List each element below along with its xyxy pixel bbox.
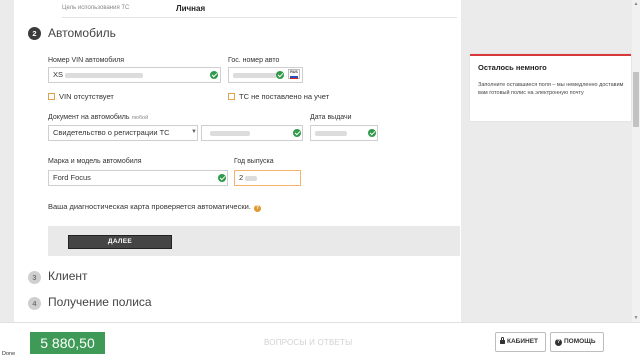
vin-missing-label: VIN отсутствует (59, 92, 114, 101)
step-3-title[interactable]: Клиент (48, 269, 88, 283)
plate-valid-check-icon (276, 71, 284, 79)
vin-missing-checkbox[interactable] (48, 93, 55, 100)
document-hint: любой (131, 115, 149, 121)
model-label: Марка и модель автомобиля (48, 158, 142, 165)
chevron-down-icon: ▼ (191, 129, 197, 135)
scroll-down-arrow-icon[interactable]: ▼ (632, 314, 640, 322)
next-panel: ДАЛЕЕ (48, 226, 460, 256)
not-registered-label: ТС не поставлено на учет (239, 92, 330, 101)
progress-reminder-card: Осталось немного Заполните оставшиеся по… (470, 54, 631, 121)
vin-value: XS (53, 70, 64, 79)
document-number-masked (210, 130, 250, 136)
step-2-title: Автомобиль (48, 26, 116, 40)
scroll-up-arrow-icon[interactable]: ▲ (632, 0, 640, 8)
question-icon: ? (555, 339, 562, 346)
bottom-bar: 5 880,50 ВОПРОСЫ И ОТВЕТЫ КАБИНЕТ ? ПОМОЩ… (0, 322, 640, 360)
vin-missing-checkbox-row[interactable]: VIN отсутствует (48, 92, 114, 101)
issue-date-valid-check-icon (368, 129, 376, 137)
plate-label: Гос. номер авто (228, 57, 280, 64)
help-icon[interactable]: ? (253, 205, 261, 212)
not-registered-checkbox[interactable] (228, 93, 235, 100)
not-registered-checkbox-row[interactable]: ТС не поставлено на учет (228, 92, 329, 101)
year-masked (245, 175, 258, 181)
document-label: Документ на автомобиль любой (48, 114, 148, 121)
plate-flag-text: RUS (290, 70, 298, 74)
model-input[interactable]: Ford Focus (48, 170, 228, 186)
document-label-text: Документ на автомобиль (48, 114, 130, 121)
vin-valid-check-icon (210, 71, 218, 79)
russia-flag-icon: RUS (288, 69, 300, 79)
vin-masked (65, 72, 144, 78)
usage-purpose-row: Цель использования ТС Личная (62, 2, 457, 18)
price-badge: 5 880,50 (30, 332, 105, 354)
year-value: 2 (239, 173, 244, 182)
document-type-value: Свидетельство о регистрации ТС (53, 128, 170, 137)
page-scrollbar[interactable]: ▲ ▼ (632, 0, 640, 322)
lock-icon (500, 336, 505, 344)
diagnostic-card-text: Ваша диагностическая карта проверяется а… (48, 202, 251, 211)
document-valid-check-icon (293, 129, 301, 137)
issue-date-masked (315, 130, 347, 136)
reminder-title: Осталось немного (478, 63, 547, 72)
vin-label: Номер VIN автомобиля (48, 57, 125, 64)
step-4-title[interactable]: Получение полиса (48, 295, 152, 309)
next-button[interactable]: ДАЛЕЕ (68, 235, 172, 249)
usage-purpose-label: Цель использования ТС (62, 5, 130, 11)
year-label: Год выпуска (234, 158, 274, 165)
diagnostic-card-note: Ваша диагностическая карта проверяется а… (48, 202, 261, 212)
issue-date-label: Дата выдачи (310, 114, 352, 121)
reminder-text: Заполните оставшиеся поля – мы немедленн… (478, 82, 624, 96)
usage-purpose-value[interactable]: Личная (176, 4, 205, 13)
plate-masked (233, 72, 277, 78)
scroll-thumb[interactable] (633, 72, 639, 127)
step-2-badge: 2 (28, 27, 41, 40)
year-input[interactable]: 2 (234, 170, 301, 186)
help-button[interactable]: ? ПОМОЩЬ (550, 332, 604, 352)
cabinet-button[interactable]: КАБИНЕТ (495, 332, 546, 352)
form-card: Цель использования ТС Личная 2 Автомобил… (14, 0, 461, 322)
step-3-badge: 3 (28, 271, 41, 284)
model-valid-check-icon (218, 174, 226, 182)
step-4-badge: 4 (28, 297, 41, 310)
model-value: Ford Focus (53, 173, 91, 182)
document-number-input[interactable] (201, 125, 303, 141)
document-type-select[interactable]: Свидетельство о регистрации ТС (48, 125, 198, 141)
status-text: Done (2, 351, 16, 357)
vin-input[interactable]: XS (48, 67, 221, 83)
cabinet-label: КАБИНЕТ (507, 338, 539, 345)
faq-link[interactable]: ВОПРОСЫ И ОТВЕТЫ (264, 338, 352, 347)
help-label: ПОМОЩЬ (564, 338, 596, 345)
